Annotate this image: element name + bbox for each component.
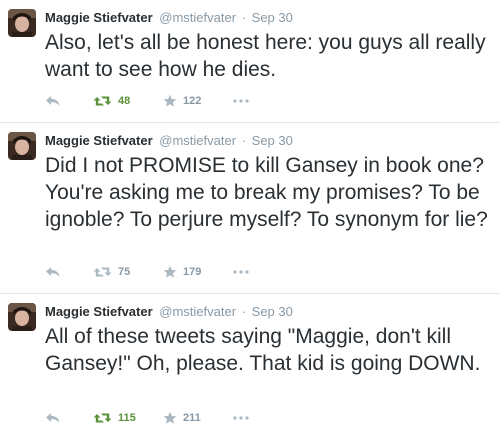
favorite-button[interactable]: 122: [163, 94, 233, 108]
reply-button[interactable]: [45, 266, 93, 278]
author-name[interactable]: Maggie Stiefvater: [45, 133, 153, 148]
favorite-button[interactable]: 211: [163, 411, 233, 425]
favorite-count: 179: [183, 266, 202, 278]
tweet-timestamp[interactable]: Sep 30: [252, 304, 293, 319]
favorite-star-icon: [163, 265, 177, 278]
reply-icon: [46, 96, 60, 106]
tweet-timestamp[interactable]: Sep 30: [252, 10, 293, 25]
tweet-actions: 75 179: [45, 263, 257, 281]
retweet-button[interactable]: 48: [93, 95, 163, 107]
favorite-count: 122: [183, 95, 202, 107]
reply-icon: [46, 267, 60, 277]
more-options-button[interactable]: [233, 270, 257, 274]
author-handle[interactable]: @mstiefvater: [159, 133, 236, 148]
avatar[interactable]: [8, 303, 36, 331]
tweet-text: Did I not PROMISE to kill Gansey in book…: [45, 154, 488, 231]
favorite-star-icon: [163, 411, 177, 424]
tweet-header: Maggie Stiefvater @mstiefvater · Sep 30: [45, 123, 500, 150]
retweet-button[interactable]: 75: [93, 266, 163, 278]
tweet-feed: Maggie Stiefvater @mstiefvater · Sep 30 …: [0, 0, 500, 439]
avatar[interactable]: [8, 9, 36, 37]
retweet-icon: [93, 267, 112, 277]
separator-dot: ·: [241, 133, 247, 148]
separator-dot: ·: [241, 10, 247, 25]
more-options-button[interactable]: [233, 99, 257, 103]
tweet-text: All of these tweets saying "Maggie, don'…: [45, 325, 481, 375]
author-handle[interactable]: @mstiefvater: [159, 10, 236, 25]
favorite-button[interactable]: 179: [163, 265, 233, 279]
retweet-icon: [93, 96, 112, 106]
tweet-actions: 115 211: [45, 409, 257, 427]
reply-icon: [46, 413, 60, 423]
retweet-count: 48: [118, 95, 131, 107]
more-options-button[interactable]: [233, 416, 257, 420]
avatar[interactable]: [8, 132, 36, 160]
author-name[interactable]: Maggie Stiefvater: [45, 10, 153, 25]
retweet-count: 115: [118, 412, 136, 424]
tweet-timestamp[interactable]: Sep 30: [252, 133, 293, 148]
more-options-icon: [233, 416, 249, 420]
tweet[interactable]: Maggie Stiefvater @mstiefvater · Sep 30 …: [0, 123, 500, 294]
more-options-icon: [233, 99, 249, 103]
reply-button[interactable]: [45, 95, 93, 107]
retweet-count: 75: [118, 266, 131, 278]
author-handle[interactable]: @mstiefvater: [159, 304, 236, 319]
tweet[interactable]: Maggie Stiefvater @mstiefvater · Sep 30 …: [0, 294, 500, 439]
favorite-star-icon: [163, 94, 177, 107]
separator-dot: ·: [241, 304, 247, 319]
retweet-button[interactable]: 115: [93, 412, 163, 424]
tweet-header: Maggie Stiefvater @mstiefvater · Sep 30: [45, 0, 500, 27]
more-options-icon: [233, 270, 249, 274]
tweet[interactable]: Maggie Stiefvater @mstiefvater · Sep 30 …: [0, 0, 500, 123]
reply-button[interactable]: [45, 412, 93, 424]
tweet-actions: 48 122: [45, 92, 257, 110]
favorite-count: 211: [183, 412, 201, 424]
author-name[interactable]: Maggie Stiefvater: [45, 304, 153, 319]
tweet-header: Maggie Stiefvater @mstiefvater · Sep 30: [45, 294, 500, 321]
tweet-text: Also, let's all be honest here: you guys…: [45, 31, 486, 81]
retweet-icon: [93, 413, 112, 423]
